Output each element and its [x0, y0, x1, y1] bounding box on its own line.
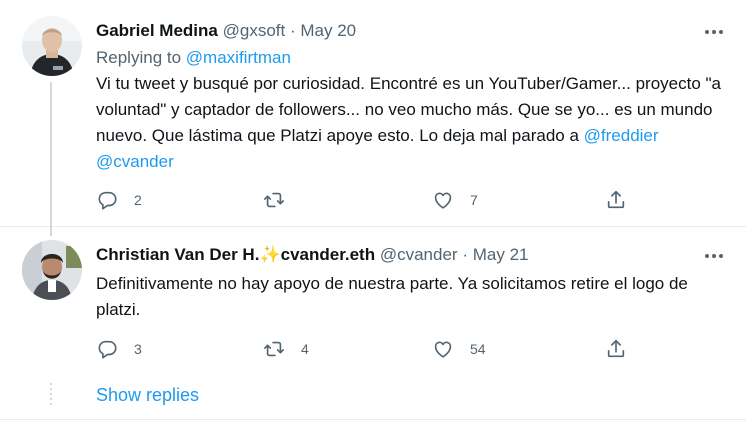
reply-count: 3	[134, 341, 142, 357]
avatar[interactable]	[22, 240, 82, 300]
avatar[interactable]	[22, 16, 82, 76]
tweet-actions: 3 4 54	[96, 336, 736, 362]
separator-dot: ·	[462, 245, 468, 264]
share-icon	[607, 339, 625, 358]
retweet-count: 4	[301, 341, 309, 357]
reply-icon	[98, 191, 117, 210]
like-icon	[434, 341, 452, 358]
reply-button[interactable]: 3	[96, 336, 142, 362]
user-handle[interactable]: @gxsoft	[223, 21, 286, 40]
replying-to-label: Replying to	[96, 48, 182, 67]
like-button[interactable]: 54	[432, 336, 486, 362]
divider	[0, 419, 746, 420]
tweet-date[interactable]: May 21	[473, 245, 529, 264]
like-icon	[434, 192, 452, 209]
replying-to-mention[interactable]: @maxifirtman	[186, 48, 291, 67]
retweet-button[interactable]	[263, 187, 301, 213]
retweet-icon	[264, 192, 284, 208]
retweet-icon	[264, 341, 284, 357]
display-name-text: Christian Van Der H.	[96, 245, 260, 264]
share-icon	[607, 190, 625, 209]
thread-line	[50, 82, 52, 228]
tweet-date[interactable]: May 20	[300, 21, 356, 40]
display-name[interactable]: Christian Van Der H.✨cvander.eth	[96, 245, 375, 264]
like-button[interactable]: 7	[432, 187, 478, 213]
replying-to: Replying to @maxifirtman	[96, 48, 291, 68]
tweet-header: Gabriel Medina @gxsoft · May 20	[96, 20, 356, 42]
display-name[interactable]: Gabriel Medina	[96, 21, 218, 40]
thread-line	[50, 228, 52, 236]
share-button[interactable]	[605, 336, 627, 362]
tweet-text: Vi tu tweet y busqué por curiosidad. Enc…	[96, 71, 736, 175]
reply-button[interactable]: 2	[96, 187, 142, 213]
tweet-text: Definitivamente no hay apoyo de nuestra …	[96, 274, 688, 319]
sparkle-emoji: ✨	[259, 245, 281, 264]
reply-count: 2	[134, 192, 142, 208]
separator-dot: ·	[289, 21, 296, 40]
tweet-header: Christian Van Der H.✨cvander.eth @cvande…	[96, 244, 528, 266]
share-button[interactable]	[605, 187, 627, 213]
user-handle[interactable]: @cvander	[380, 245, 458, 264]
tweet-gabriel-medina[interactable]: Gabriel Medina @gxsoft · May 20 Replying…	[0, 0, 746, 228]
reply-icon	[98, 340, 117, 359]
more-icon[interactable]	[702, 244, 726, 268]
more-icon[interactable]	[702, 20, 726, 44]
tweet-actions: 2 7	[96, 187, 736, 213]
show-replies-link[interactable]: Show replies	[96, 385, 199, 406]
display-name-suffix: cvander.eth	[280, 245, 376, 264]
mention-cvander[interactable]: @cvander	[96, 152, 174, 171]
retweet-button[interactable]: 4	[263, 336, 309, 362]
thread-continuation-dots	[50, 383, 52, 407]
mention-freddier[interactable]: @freddier	[584, 126, 659, 145]
like-count: 7	[470, 192, 478, 208]
like-count: 54	[470, 341, 486, 357]
